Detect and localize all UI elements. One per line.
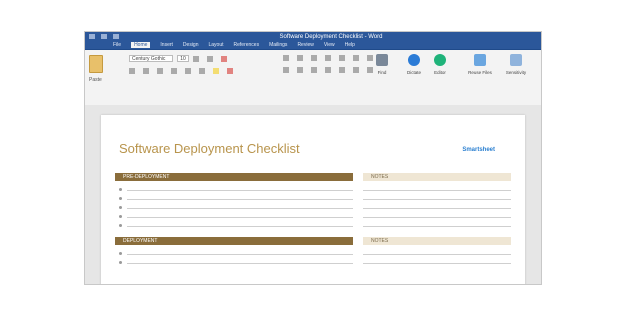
notes-line <box>363 217 511 218</box>
italic-icon[interactable] <box>143 68 149 74</box>
tab-home[interactable]: Home <box>131 42 151 48</box>
checklist-line <box>127 190 353 191</box>
checkbox-bullet[interactable] <box>119 252 122 255</box>
section2-header: DEPLOYMENT <box>115 237 353 245</box>
checklist-line <box>127 254 353 255</box>
reuse-files-label: Reuse Files <box>468 70 492 75</box>
notes-line <box>363 199 511 200</box>
reuse-files-button[interactable]: Reuse Files <box>465 54 495 75</box>
reuse-files-icon <box>474 54 486 66</box>
tab-help[interactable]: Help <box>345 42 355 48</box>
font-group: Century Gothic 10 <box>129 55 237 80</box>
clipboard-group: Paste <box>89 55 103 83</box>
highlight-icon[interactable] <box>213 68 219 74</box>
find-button[interactable]: Find <box>367 54 397 75</box>
document-title: Software Deployment Checklist <box>119 141 300 156</box>
justify-icon[interactable] <box>325 67 331 73</box>
checklist-line <box>127 208 353 209</box>
checkbox-bullet[interactable] <box>119 215 122 218</box>
document-page[interactable]: Software Deployment Checklist Smartsheet… <box>101 115 525 284</box>
font-size-select[interactable]: 10 <box>177 55 189 62</box>
notes-line <box>363 190 511 191</box>
sensitivity-button[interactable]: Sensitivity <box>501 54 531 75</box>
tab-view[interactable]: View <box>324 42 335 48</box>
checkbox-bullet[interactable] <box>119 224 122 227</box>
checklist-line <box>127 226 353 227</box>
checklist-line <box>127 199 353 200</box>
redo-icon[interactable] <box>113 34 119 39</box>
font-name-select[interactable]: Century Gothic <box>129 55 173 62</box>
sensitivity-icon <box>510 54 522 66</box>
bullets-icon[interactable] <box>283 55 289 61</box>
checkbox-bullet[interactable] <box>119 261 122 264</box>
find-icon <box>376 54 388 66</box>
clear-format-icon[interactable] <box>221 55 227 62</box>
align-center-icon[interactable] <box>297 67 303 73</box>
line-spacing-icon[interactable] <box>339 67 345 73</box>
paste-label: Paste <box>89 77 102 83</box>
align-right-icon[interactable] <box>311 67 317 73</box>
find-label: Find <box>377 70 387 75</box>
microphone-icon <box>408 54 420 66</box>
superscript-icon[interactable] <box>199 68 205 74</box>
section1-header: PRE-DEPLOYMENT <box>115 173 353 181</box>
tab-design[interactable]: Design <box>183 42 199 48</box>
title-bar: Software Deployment Checklist - Word <box>85 32 541 41</box>
checklist-line <box>127 217 353 218</box>
save-icon[interactable] <box>89 34 95 39</box>
checkbox-bullet[interactable] <box>119 206 122 209</box>
multilevel-icon[interactable] <box>311 55 317 61</box>
subscript-icon[interactable] <box>185 68 191 74</box>
tab-insert[interactable]: Insert <box>160 42 173 48</box>
section2-notes-header: NOTES <box>363 237 511 245</box>
strikethrough-icon[interactable] <box>171 68 177 74</box>
tab-mailings[interactable]: Mailings <box>269 42 287 48</box>
checklist-line <box>127 263 353 264</box>
notes-line <box>363 263 511 264</box>
sort-icon[interactable] <box>353 55 359 61</box>
editor-icon <box>434 54 446 66</box>
shading-icon[interactable] <box>353 67 359 73</box>
grow-font-icon[interactable] <box>193 55 199 62</box>
decrease-indent-icon[interactable] <box>325 55 331 61</box>
notes-line <box>363 254 511 255</box>
tab-review[interactable]: Review <box>297 42 313 48</box>
increase-indent-icon[interactable] <box>339 55 345 61</box>
editor-label: Editor <box>434 70 446 75</box>
undo-icon[interactable] <box>101 34 107 39</box>
editor-button[interactable]: Editor <box>425 54 455 75</box>
notes-line <box>363 226 511 227</box>
tab-file[interactable]: File <box>113 42 121 48</box>
shrink-font-icon[interactable] <box>207 55 213 62</box>
underline-icon[interactable] <box>157 68 163 74</box>
ribbon: Paste Century Gothic 10 Find Dictate Edi… <box>85 50 541 106</box>
font-color-icon[interactable] <box>227 68 233 74</box>
document-area[interactable]: Software Deployment Checklist Smartsheet… <box>85 105 541 284</box>
logo: Smartsheet <box>462 147 495 154</box>
window-title: Software Deployment Checklist - Word <box>279 33 383 40</box>
ribbon-tabs: File Home Insert Design Layout Reference… <box>85 41 541 50</box>
notes-line <box>363 208 511 209</box>
tab-references[interactable]: References <box>234 42 260 48</box>
sensitivity-label: Sensitivity <box>505 70 527 75</box>
logo-text: Smartsheet <box>462 147 495 153</box>
bold-icon[interactable] <box>129 68 135 74</box>
checkbox-bullet[interactable] <box>119 188 122 191</box>
paragraph-group <box>283 55 377 79</box>
section1-notes-header: NOTES <box>363 173 511 181</box>
align-left-icon[interactable] <box>283 67 289 73</box>
numbering-icon[interactable] <box>297 55 303 61</box>
paste-icon[interactable] <box>89 55 103 73</box>
tab-layout[interactable]: Layout <box>209 42 224 48</box>
word-window: Software Deployment Checklist - Word Fil… <box>84 31 542 285</box>
checkbox-bullet[interactable] <box>119 197 122 200</box>
